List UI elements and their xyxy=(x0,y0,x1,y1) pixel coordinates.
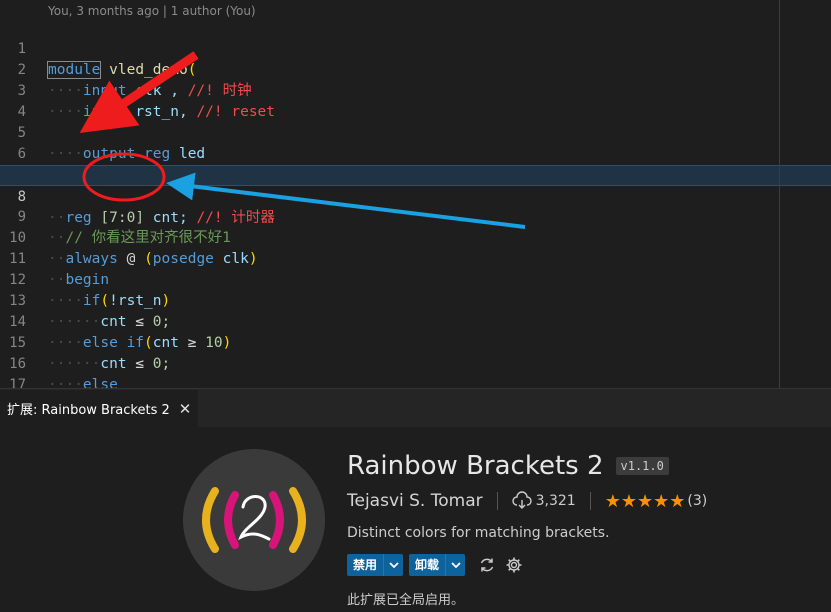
divider xyxy=(589,492,591,510)
extension-logo xyxy=(183,449,325,591)
code-line-17[interactable]: 17 ······cnt ≤ cnt + 1; xyxy=(0,354,831,388)
uninstall-dropdown[interactable] xyxy=(445,554,465,576)
code-line-1[interactable]: 1 module vled_demo( xyxy=(0,18,831,79)
code-line-2[interactable]: 2 ····input clk , //! 时钟 xyxy=(0,39,831,99)
editor-ruler xyxy=(779,0,780,388)
code-line-18[interactable]: 18 ··end xyxy=(0,375,831,388)
publisher-link[interactable]: Tejasvi S. Tomar xyxy=(347,491,483,511)
extension-meta: Tejasvi S. Tomar 3,321 ★★★★★ (3) xyxy=(347,489,817,513)
code-line-9[interactable]: 9 ··// 你看这里对齐很不好1 xyxy=(0,186,831,246)
code-line-12[interactable]: 12 ····if(!rst_n) xyxy=(0,249,831,309)
code-line-15[interactable]: 15 ······cnt ≤ 0; xyxy=(0,312,831,372)
code-editor[interactable]: You, 3 months ago | 1 author (You) 1 mod… xyxy=(0,0,831,388)
code-lines: 1 module vled_demo( 2 ····input clk , //… xyxy=(0,18,831,388)
code-line-6[interactable]: 6 ··); xyxy=(0,123,831,184)
code-line-14[interactable]: 14 ····else if(cnt ≥ 10) xyxy=(0,291,831,351)
uninstall-button[interactable]: 卸载 xyxy=(409,554,445,576)
extension-description: Distinct colors for matching brackets. xyxy=(347,525,610,541)
extension-name: Rainbow Brackets 2 xyxy=(347,451,604,481)
code-line-11[interactable]: 11 ··begin xyxy=(0,228,831,288)
settings-button[interactable] xyxy=(503,554,525,576)
tab-label: 扩展: Rainbow Brackets 2 xyxy=(7,403,170,418)
cloud-download-icon xyxy=(511,491,532,509)
extension-info: Rainbow Brackets 2 v1.1.0 Tejasvi S. Tom… xyxy=(347,449,817,608)
extension-detail-panel: 扩展: Rainbow Brackets 2 ✕ Rainbow Bracket… xyxy=(0,388,831,612)
code-line-3[interactable]: 3 ····input rst_n, //! reset xyxy=(0,60,831,120)
disable-button-group: 禁用 xyxy=(347,554,404,576)
code-line-5[interactable]: 5 ····output reg led xyxy=(0,102,831,162)
code-line-8-active[interactable]: 8 ··reg [7:0] cnt; //! 计时器 xyxy=(0,165,831,226)
close-icon[interactable]: ✕ xyxy=(179,400,192,418)
git-blame-annotation[interactable]: You, 3 months ago | 1 author (You) xyxy=(48,4,256,18)
tab-bar: 扩展: Rainbow Brackets 2 ✕ xyxy=(0,389,831,427)
gear-icon xyxy=(506,557,522,573)
disable-button[interactable]: 禁用 xyxy=(347,554,383,576)
code-line-10[interactable]: 10 ··always @ (posedge clk) xyxy=(0,207,831,267)
tab-extension-rainbow-brackets[interactable]: 扩展: Rainbow Brackets 2 ✕ xyxy=(0,389,198,427)
code-line-4[interactable]: 4 xyxy=(0,81,831,120)
sync-icon xyxy=(480,558,494,572)
rating-count: (3) xyxy=(687,493,708,509)
rating-stars[interactable]: ★★★★★ xyxy=(605,491,686,512)
disable-dropdown[interactable] xyxy=(383,554,403,576)
sync-button[interactable] xyxy=(476,554,498,576)
uninstall-button-group: 卸载 xyxy=(409,554,466,576)
chevron-down-icon xyxy=(450,562,461,569)
chevron-down-icon xyxy=(388,562,399,569)
version-badge: v1.1.0 xyxy=(615,457,669,475)
extension-name-row: Rainbow Brackets 2 v1.1.0 xyxy=(347,449,817,483)
divider xyxy=(496,492,498,510)
code-line-7[interactable]: 7 xyxy=(0,144,831,183)
extension-actions: 禁用 卸载 xyxy=(347,554,817,576)
download-count: 3,321 xyxy=(535,493,576,509)
code-line-16[interactable]: 16 ····else xyxy=(0,333,831,388)
extension-status: 此扩展已全局启用。 xyxy=(347,593,465,608)
code-line-13[interactable]: 13 ······cnt ≤ 0; xyxy=(0,270,831,330)
